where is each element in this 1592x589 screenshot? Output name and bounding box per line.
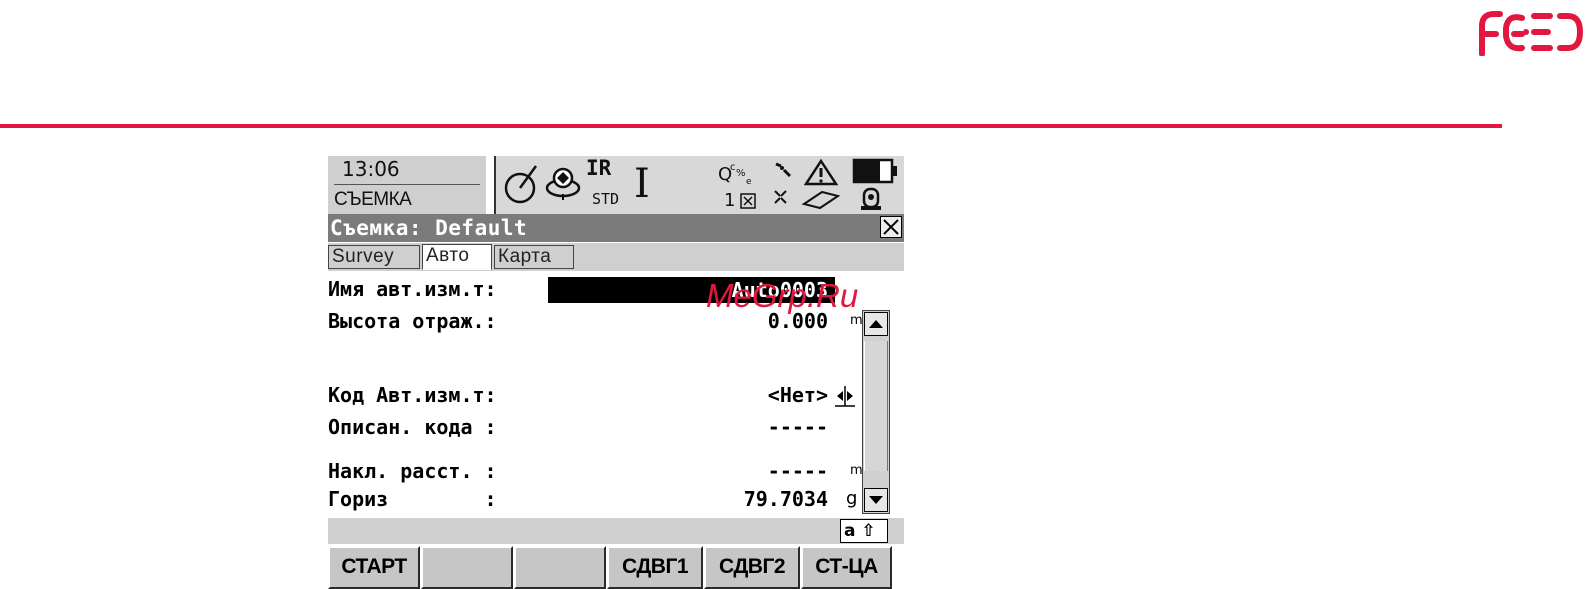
slope-dist-label: Накл. расст. : <box>328 459 497 483</box>
arrow-down-icon <box>869 496 883 504</box>
status-clock-panel: 13:06 СЪЕМКА <box>328 156 486 214</box>
sat-count: 1 <box>724 190 736 211</box>
code-desc-label: Описан. кода : <box>328 415 497 439</box>
softkey-f2[interactable] <box>421 546 513 589</box>
total-station-icon[interactable] <box>544 164 582 202</box>
tab-map[interactable]: Карта <box>494 245 574 269</box>
card-icon <box>801 190 840 210</box>
status-time: 13:06 <box>342 157 400 181</box>
quality-icon: Q c % e <box>718 162 752 186</box>
prism-type: IR <box>586 156 612 180</box>
status-divider <box>334 184 480 185</box>
header-rule <box>0 124 1502 128</box>
code-picker-icon[interactable] <box>834 385 856 407</box>
softkey-bar: СТАРТ СДВГ1 СДВГ2 СТ-ЦА <box>328 546 904 589</box>
softkey-st-ca[interactable]: СТ-ЦА <box>801 546 892 589</box>
compass-icon[interactable] <box>502 162 542 204</box>
input-mode-text: a ⇧ <box>844 521 876 541</box>
scrollbar[interactable] <box>862 310 890 514</box>
slope-dist-value: ----- <box>767 459 828 483</box>
cursor-glyph: I <box>634 161 650 207</box>
auto-code-value[interactable]: <Нет> <box>708 382 828 408</box>
status-mode: СЪЕМКА <box>334 189 412 210</box>
svg-text:%: % <box>736 168 746 179</box>
status-icon-panel: IR STD I Q c % e 1 <box>494 156 904 214</box>
warning-icon <box>804 158 838 186</box>
svg-text:e: e <box>746 177 752 186</box>
softkey-f3[interactable] <box>514 546 606 589</box>
hz-label: Гориз : <box>328 487 497 511</box>
title-bar: Съемка: Default <box>328 214 904 242</box>
aged-logo <box>1479 11 1584 56</box>
tab-strip: Survey Авто Карта <box>328 243 904 271</box>
link-icon <box>775 162 792 178</box>
prism-mode: STD <box>592 190 620 208</box>
hz-value: 79.7034 <box>743 487 828 511</box>
code-desc-value: ----- <box>767 415 828 439</box>
close-icon <box>883 219 899 235</box>
softkey-start[interactable]: СТАРТ <box>328 546 420 589</box>
battery-icon <box>852 158 897 184</box>
point-id-label: Имя авт.изм.т: <box>328 277 497 301</box>
slope-dist-unit: m <box>850 463 863 478</box>
input-mode-strip: a ⇧ <box>328 518 904 544</box>
hz-unit: g <box>846 488 858 509</box>
scroll-down-button[interactable] <box>864 488 888 512</box>
svg-text:c: c <box>730 162 736 173</box>
tab-auto[interactable]: Авто <box>422 244 492 270</box>
connection-icon <box>774 190 787 204</box>
softkey-shift1[interactable]: СДВГ1 <box>607 546 703 589</box>
satellite-icon <box>740 193 756 209</box>
softkey-shift2[interactable]: СДВГ2 <box>704 546 800 589</box>
watermark: MeGrp.Ru <box>706 277 859 314</box>
device-screen: 13:06 СЪЕМКА IR STD I Q c % e 1 Съемка: … <box>328 156 904 589</box>
close-button[interactable] <box>880 216 902 238</box>
auto-code-label: Код Авт.изм.т: <box>328 383 497 407</box>
reflector-height-label: Высота отраж.: <box>328 309 497 333</box>
window-title: Съемка: Default <box>330 216 528 240</box>
lock-icon <box>861 187 881 210</box>
input-mode-indicator: a ⇧ <box>840 519 888 543</box>
scroll-thumb[interactable] <box>864 341 888 471</box>
tab-survey[interactable]: Survey <box>328 245 420 269</box>
arrow-up-icon <box>869 320 883 328</box>
